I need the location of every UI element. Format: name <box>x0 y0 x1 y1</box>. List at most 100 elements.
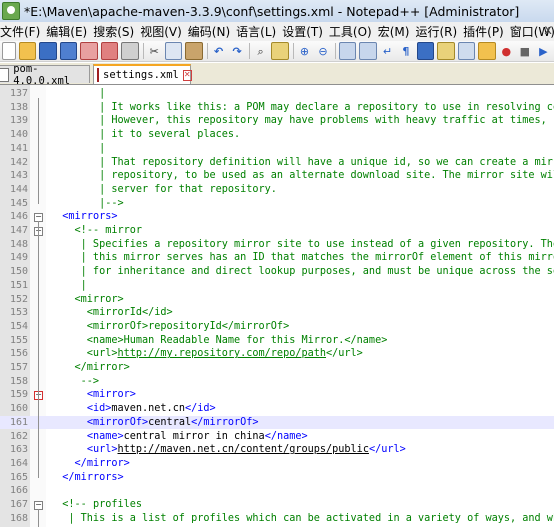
tab-pom-xml[interactable]: pom-4.0.0.xml <box>0 63 90 87</box>
code-line[interactable]: 165 </mirrors> <box>0 471 554 485</box>
menu-edit[interactable]: 编辑(E) <box>46 23 93 40</box>
line-number: 142 <box>9 156 28 168</box>
menu-encoding[interactable]: 编码(N) <box>188 23 236 40</box>
menu-settings[interactable]: 设置(T) <box>282 23 329 40</box>
code-line[interactable]: 152 <mirror> <box>0 293 554 307</box>
code-line[interactable]: 158 --> <box>0 375 554 389</box>
code-line[interactable]: 155 <name>Human Readable Name for this M… <box>0 334 554 348</box>
paste-icon[interactable] <box>185 42 203 60</box>
code-line[interactable]: 137 | <box>0 87 554 101</box>
code-line[interactable]: 145 |--> <box>0 197 554 211</box>
zoom-out-icon[interactable]: ⊖ <box>315 43 330 59</box>
line-number: 139 <box>9 115 28 127</box>
stop-macro-icon[interactable]: ■ <box>517 43 532 59</box>
code-line[interactable]: 146− <mirrors> <box>0 210 554 224</box>
tab-settings-xml[interactable]: settings.xml ✕ <box>93 64 192 84</box>
close-file-icon[interactable] <box>80 42 98 60</box>
code-line[interactable]: 157 </mirror> <box>0 361 554 375</box>
new-file-icon[interactable] <box>2 42 16 60</box>
save-all-icon[interactable] <box>59 42 78 60</box>
code-line[interactable]: 166 <box>0 484 554 498</box>
menu-search[interactable]: 搜索(S) <box>93 23 140 40</box>
code-token: central mirror in china <box>123 430 265 442</box>
code-token: </id> <box>184 403 216 415</box>
code-line[interactable]: 168 | This is a list of profiles which c… <box>0 512 554 526</box>
function-list-icon[interactable] <box>457 42 476 60</box>
code-token: http://my.repository.com/repo/path <box>117 348 327 360</box>
code-line[interactable]: 147− <!-- mirror <box>0 224 554 238</box>
tab-label: pom-4.0.0.xml <box>13 62 71 87</box>
menu-view[interactable]: 视图(V) <box>140 23 188 40</box>
menu-run[interactable]: 运行(R) <box>415 23 463 40</box>
code-text: | It works like this: a POM may declare … <box>50 101 554 115</box>
code-line[interactable]: 150 | for inheritance and direct lookup … <box>0 265 554 279</box>
notepadpp-app-icon[interactable] <box>2 2 20 20</box>
zoom-in-icon[interactable]: ⊕ <box>297 43 312 59</box>
line-number: 146 <box>9 211 28 223</box>
save-icon[interactable] <box>39 42 57 60</box>
code-line[interactable]: 140 | it to several places. <box>0 128 554 142</box>
play-macro-icon[interactable]: ▶ <box>536 43 551 59</box>
code-text: | Specifies a repository mirror site to … <box>50 238 554 252</box>
redo-icon[interactable]: ↷ <box>229 43 244 59</box>
doc-map-icon[interactable] <box>437 42 455 60</box>
record-macro-icon[interactable]: ● <box>499 43 514 59</box>
code-line[interactable]: 153 <mirrorId</id> <box>0 306 554 320</box>
menu-file[interactable]: 文件(F) <box>0 23 46 40</box>
copy-icon[interactable] <box>164 42 183 60</box>
code-line[interactable]: 142 | That repository definition will ha… <box>0 156 554 170</box>
code-line[interactable]: 154 <mirrorOf>repositoryId</mirrorOf> <box>0 320 554 334</box>
code-text: </mirrors> <box>50 471 123 485</box>
menu-plugins[interactable]: 插件(P) <box>463 23 510 40</box>
code-line[interactable]: 159− <mirror> <box>0 388 554 402</box>
url-link[interactable]: http://maven.net.cn/content/groups/publi… <box>117 444 368 455</box>
code-line[interactable]: 143 | repository, to be used as an alter… <box>0 169 554 183</box>
code-line[interactable]: 141 | <box>0 142 554 156</box>
code-text: | server for that repository. <box>50 183 277 197</box>
word-wrap-icon[interactable]: ↵ <box>380 43 395 59</box>
code-line[interactable]: 163 <url>http://maven.net.cn/content/gro… <box>0 443 554 457</box>
folder-workspace-icon[interactable] <box>478 42 496 60</box>
menu-language[interactable]: 语言(L) <box>236 23 282 40</box>
code-text: </mirror> <box>50 457 130 471</box>
print-icon[interactable] <box>121 42 139 60</box>
code-line[interactable]: 151 | <box>0 279 554 293</box>
find-icon[interactable]: ⌕ <box>253 43 268 59</box>
code-line[interactable]: 156 <url>http://my.repository.com/repo/p… <box>0 347 554 361</box>
sync-vertical-icon[interactable] <box>338 42 357 60</box>
line-number: 147 <box>9 225 28 236</box>
close-tab-icon[interactable]: ✕ <box>182 69 192 81</box>
open-file-icon[interactable] <box>18 42 37 60</box>
code-text: | This is a list of profiles which can b… <box>50 512 554 526</box>
indent-guide-icon[interactable] <box>416 42 435 60</box>
code-text: | <box>50 279 87 293</box>
sync-horizontal-icon[interactable] <box>359 42 377 60</box>
code-line[interactable]: 164 </mirror> <box>0 457 554 471</box>
code-line[interactable]: 162 <name>central mirror in china</name> <box>0 430 554 444</box>
code-line[interactable]: 139 | However, this repository may have … <box>0 114 554 128</box>
menu-macro[interactable]: 宏(M) <box>378 23 416 40</box>
replace-icon[interactable] <box>271 42 289 60</box>
undo-icon[interactable]: ↶ <box>211 43 226 59</box>
code-line[interactable]: 138 | It works like this: a POM may decl… <box>0 101 554 115</box>
code-token: | repository, to be used as an alternate… <box>50 170 554 182</box>
editor-pane[interactable]: 137 | 138 | It works like this: a POM may… <box>0 85 554 527</box>
show-all-chars-icon[interactable]: ¶ <box>398 43 413 59</box>
code-line[interactable]: 161 <mirrorOf>central</mirrorOf> <box>0 415 554 430</box>
code-line[interactable]: 160 <id>maven.net.cn</id> <box>0 402 554 416</box>
code-token: </mirrorOf> <box>191 416 259 428</box>
close-all-icon[interactable] <box>100 42 119 60</box>
code-text: | for inheritance and direct lookup purp… <box>50 265 554 279</box>
cut-icon[interactable]: ✂ <box>146 43 161 59</box>
code-line[interactable]: 148 | Specifies a repository mirror site… <box>0 238 554 252</box>
code-line[interactable]: 144 | server for that repository. <box>0 183 554 197</box>
toolbar: ✂ ↶ ↷ ⌕ ⊕ ⊖ ↵ ¶ ● ■ ▶ <box>0 41 554 62</box>
code-text: |--> <box>50 197 124 211</box>
close-document-icon[interactable]: x <box>544 23 552 38</box>
code-line[interactable]: 167− <!-- profiles <box>0 498 554 512</box>
menu-tools[interactable]: 工具(O) <box>329 23 378 40</box>
code-line[interactable]: 149 | this mirror serves has an ID that … <box>0 251 554 265</box>
